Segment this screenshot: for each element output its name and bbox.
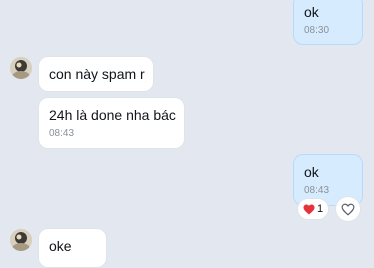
add-reaction-button[interactable] (335, 196, 361, 222)
reaction-badge[interactable]: 1 (297, 198, 329, 220)
message-bubble-received[interactable]: con này spam r (38, 56, 154, 92)
message-time: 08:30 (304, 25, 330, 36)
message-text: 24h là done nha bác (49, 107, 176, 123)
message-bubble-sent[interactable]: ok 08:30 (293, 0, 363, 45)
message-text: ok (304, 164, 319, 180)
message-bubble-received[interactable]: 24h là done nha bác 08:43 (38, 97, 185, 149)
avatar[interactable] (10, 229, 32, 251)
chat-thread: ok 08:30 con này spam r 24h là done nha … (0, 0, 374, 268)
message-text: ok (304, 4, 319, 20)
avatar[interactable] (10, 57, 32, 79)
reaction-count: 1 (316, 203, 324, 215)
message-time: 08:43 (304, 185, 330, 196)
message-time: 08:43 (49, 128, 75, 139)
heart-outline-icon (341, 203, 355, 216)
message-text: oke (49, 238, 72, 254)
heart-icon (303, 204, 315, 214)
message-text: con này spam r (49, 66, 145, 82)
message-bubble-received[interactable]: oke (38, 228, 107, 268)
